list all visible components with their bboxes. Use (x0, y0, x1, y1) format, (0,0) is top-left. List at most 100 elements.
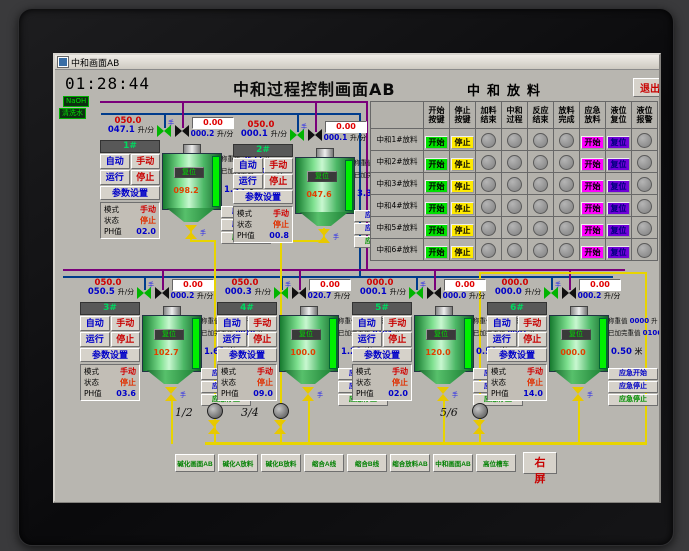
inlet-valve-icon[interactable] (290, 129, 304, 141)
stop-discharge-button[interactable]: 停止 (451, 202, 474, 215)
start-discharge-button[interactable]: 开始 (425, 136, 448, 149)
naoh-valve-icon[interactable] (308, 129, 322, 141)
pump-icon[interactable] (273, 403, 289, 419)
inlet-valve-icon[interactable] (409, 287, 423, 299)
tank-reset-button[interactable]: 复位 (174, 167, 204, 178)
run-button[interactable]: 运行 (487, 332, 517, 347)
stop-button[interactable]: 停止 (517, 332, 547, 347)
run-button[interactable]: 运行 (233, 174, 263, 189)
stop-button[interactable]: 停止 (382, 332, 412, 347)
level-reset-button[interactable]: 复位 (607, 202, 630, 215)
manual-button[interactable]: 手动 (517, 316, 547, 331)
level-reset-button[interactable]: 复位 (607, 158, 630, 171)
auto-button[interactable]: 自动 (352, 316, 382, 331)
params-button[interactable]: 参数设置 (233, 190, 293, 204)
inlet-valve-icon[interactable] (137, 287, 151, 299)
manual-button[interactable]: 手动 (263, 158, 293, 173)
nav-button[interactable]: 中和画面AB (433, 454, 473, 472)
inlet-valve-icon[interactable] (157, 125, 171, 137)
emergency-discharge-button[interactable]: 开始 (581, 136, 604, 149)
start-discharge-button[interactable]: 开始 (425, 180, 448, 193)
stop-button[interactable]: 停止 (110, 332, 140, 347)
naoh-valve-icon[interactable] (155, 287, 169, 299)
manifold-valve-icon[interactable] (208, 420, 220, 434)
run-button[interactable]: 运行 (80, 332, 110, 347)
stop-button[interactable]: 停止 (263, 174, 293, 189)
params-button[interactable]: 参数设置 (352, 348, 412, 362)
drain-valve-icon[interactable] (302, 387, 314, 401)
exit-button[interactable]: 退出 (633, 78, 659, 97)
nav-button[interactable]: 缩合A线 (304, 454, 344, 472)
level-reset-button[interactable]: 复位 (607, 224, 630, 237)
nav-button[interactable]: 缩合B线 (347, 454, 387, 472)
start-discharge-button[interactable]: 开始 (425, 158, 448, 171)
start-discharge-button[interactable]: 开始 (425, 246, 448, 259)
right-screen-button[interactable]: 右屏 (523, 452, 557, 485)
params-button[interactable]: 参数设置 (487, 348, 547, 362)
drain-valve-icon[interactable] (318, 229, 330, 243)
run-button[interactable]: 运行 (217, 332, 247, 347)
params-button[interactable]: 参数设置 (100, 186, 160, 200)
auto-button[interactable]: 自动 (233, 158, 263, 173)
tank-reset-button[interactable]: 复位 (561, 329, 591, 340)
stop-discharge-button[interactable]: 停止 (451, 224, 474, 237)
naoh-valve-icon[interactable] (427, 287, 441, 299)
manual-button[interactable]: 手动 (110, 316, 140, 331)
auto-button[interactable]: 自动 (80, 316, 110, 331)
manual-button[interactable]: 手动 (382, 316, 412, 331)
inlet-valve-icon[interactable] (544, 287, 558, 299)
nav-button[interactable]: 碱化画面AB (175, 454, 215, 472)
manifold-valve-icon[interactable] (473, 420, 485, 434)
run-button[interactable]: 运行 (100, 170, 130, 185)
stop-discharge-button[interactable]: 停止 (451, 180, 474, 193)
manual-button[interactable]: 手动 (130, 154, 160, 169)
pump-icon[interactable] (472, 403, 488, 419)
drain-valve-icon[interactable] (185, 225, 197, 239)
auto-button[interactable]: 自动 (217, 316, 247, 331)
naoh-valve-icon[interactable] (175, 125, 189, 137)
manifold-valve-icon[interactable] (274, 420, 286, 434)
stop-discharge-button[interactable]: 停止 (451, 158, 474, 171)
emergency-discharge-button[interactable]: 开始 (581, 246, 604, 259)
stop-button[interactable]: 停止 (247, 332, 277, 347)
drain-valve-icon[interactable] (165, 387, 177, 401)
auto-button[interactable]: 自动 (487, 316, 517, 331)
tank-reset-button[interactable]: 复位 (154, 329, 184, 340)
start-discharge-button[interactable]: 开始 (425, 224, 448, 237)
state-label: 状态 (221, 378, 236, 387)
params-button[interactable]: 参数设置 (80, 348, 140, 362)
emergency-discharge-button[interactable]: 开始 (581, 180, 604, 193)
nav-button[interactable]: 高位槽车 (476, 454, 516, 472)
ph-label: PH值 (237, 231, 255, 240)
drain-valve-icon[interactable] (572, 387, 584, 401)
stop-discharge-button[interactable]: 停止 (451, 246, 474, 259)
emergency-start-button[interactable]: 应急开始 (608, 368, 658, 380)
emergency-discharge-button[interactable]: 开始 (581, 224, 604, 237)
start-discharge-button[interactable]: 开始 (425, 202, 448, 215)
drain-valve-icon[interactable] (437, 387, 449, 401)
tank-reset-button[interactable]: 复位 (291, 329, 321, 340)
control-panel: 3# 自动 手动 运行 停止 参数设置 模式 手动 状态 停止 PH值 03.6 (80, 302, 140, 401)
naoh-valve-icon[interactable] (292, 287, 306, 299)
run-button[interactable]: 运行 (352, 332, 382, 347)
pump-icon[interactable] (207, 403, 223, 419)
tank-reset-button[interactable]: 复位 (307, 171, 337, 182)
emergency-discharge-button[interactable]: 开始 (581, 202, 604, 215)
auto-button[interactable]: 自动 (100, 154, 130, 169)
tank-reset-button[interactable]: 复位 (426, 329, 456, 340)
naoh-valve-icon[interactable] (562, 287, 576, 299)
level-reset-button[interactable]: 复位 (607, 180, 630, 193)
emergency-discharge-button[interactable]: 开始 (581, 158, 604, 171)
level-reset-button[interactable]: 复位 (607, 246, 630, 259)
stop-discharge-button[interactable]: 停止 (451, 136, 474, 149)
params-button[interactable]: 参数设置 (217, 348, 277, 362)
nav-button[interactable]: 缩合放料AB (390, 454, 430, 472)
inlet-valve-icon[interactable] (274, 287, 288, 299)
emergency-stop-indicator[interactable]: 应急停止 (608, 394, 658, 406)
nav-button[interactable]: 碱化A放料 (218, 454, 258, 472)
manual-button[interactable]: 手动 (247, 316, 277, 331)
level-reset-button[interactable]: 复位 (607, 136, 630, 149)
nav-button[interactable]: 碱化B放料 (261, 454, 301, 472)
stop-button[interactable]: 停止 (130, 170, 160, 185)
emergency-stop-button[interactable]: 应急停止 (608, 381, 658, 393)
